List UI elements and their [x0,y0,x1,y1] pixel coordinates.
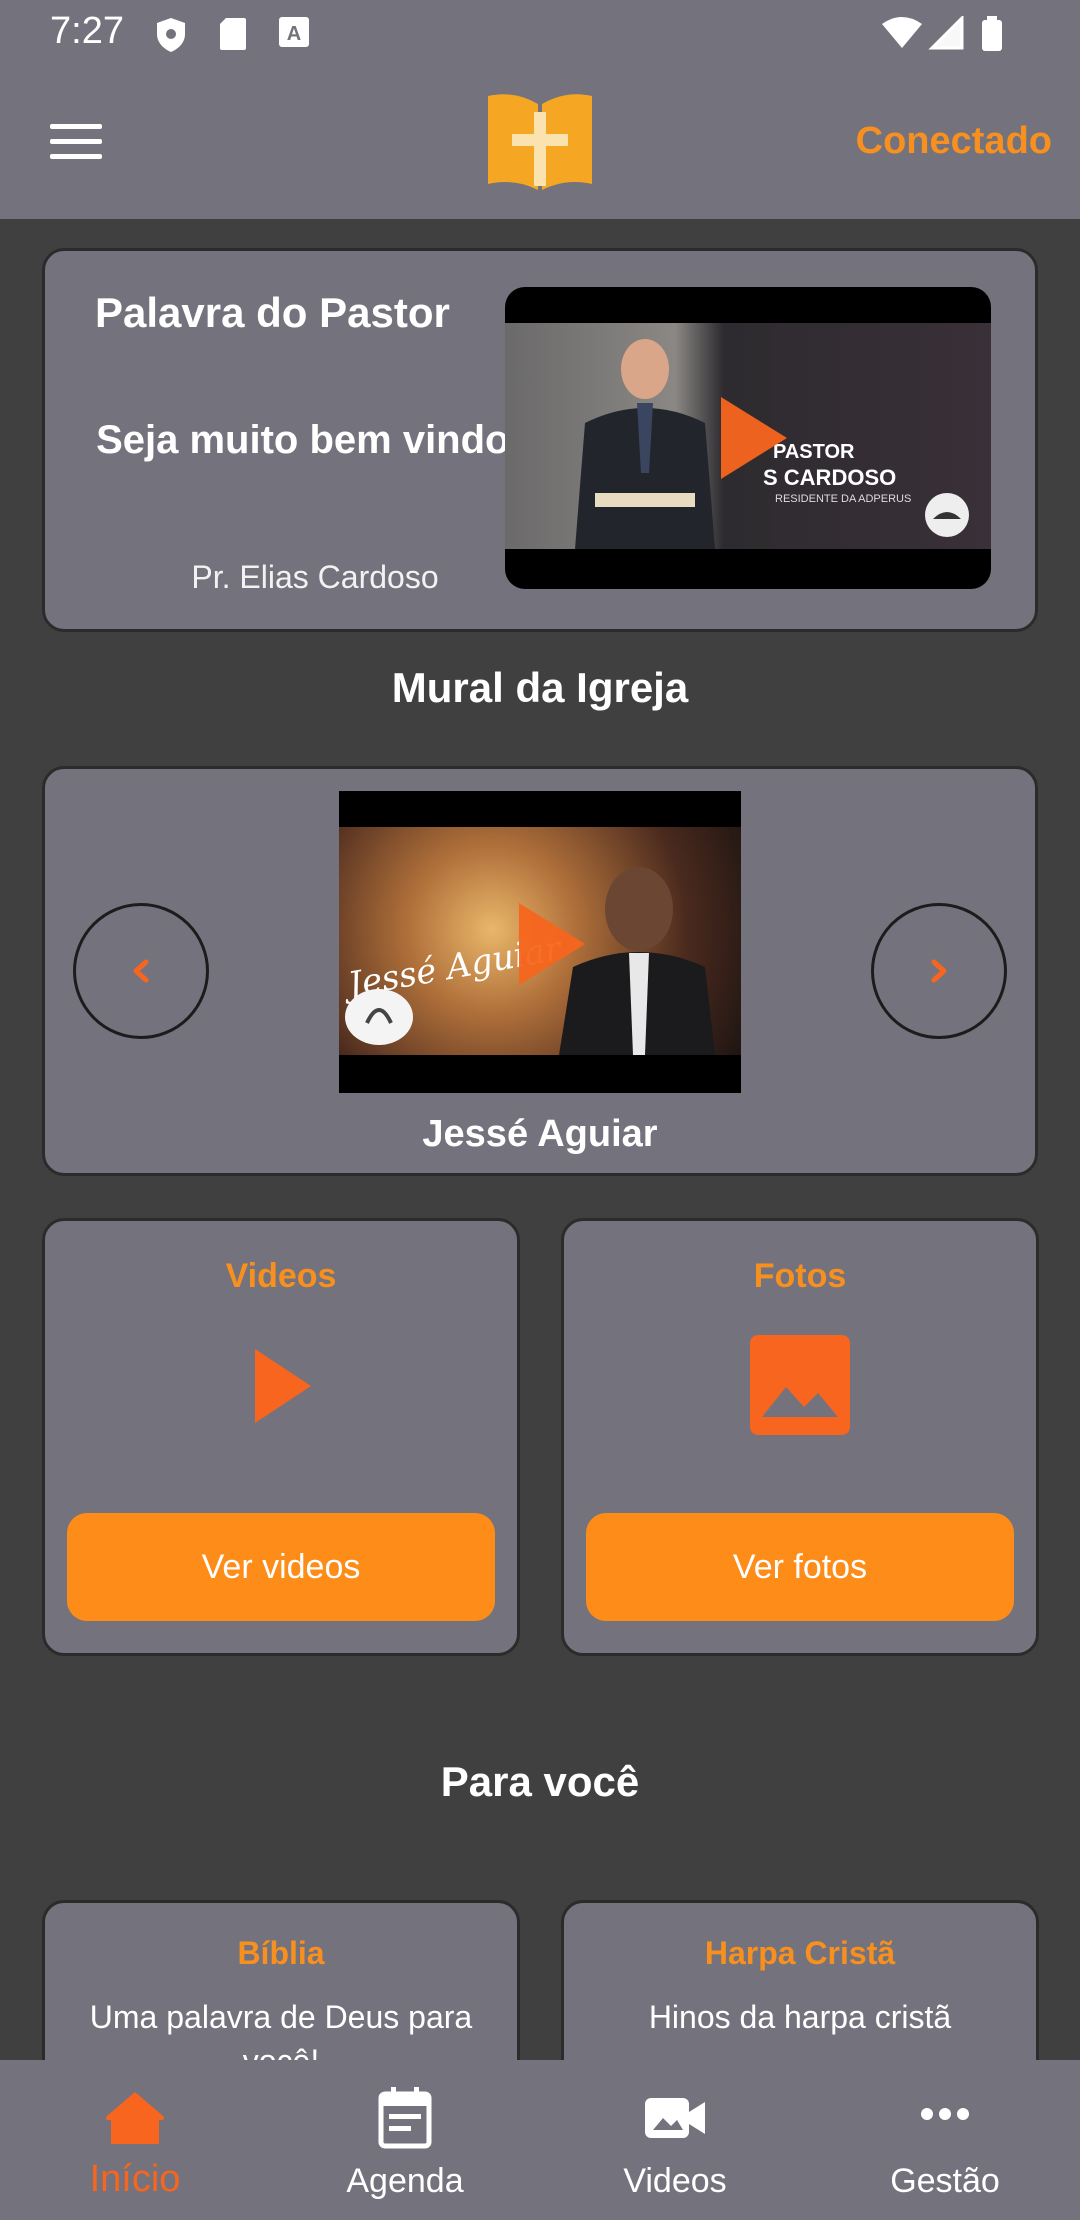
wifi-icon [882,17,922,48]
nav-item-videos[interactable]: Videos [540,2060,810,2220]
pastor-card: Palavra do Pastor Seja muito bem vindo !… [42,248,1038,632]
chevron-right-icon [931,959,947,983]
menu-button[interactable] [50,124,102,164]
mural-video-thumbnail[interactable]: Jessé Aguiar [339,791,741,1093]
status-time: 7:27 [50,10,124,52]
bible-card-title: Bíblia [237,1935,325,1971]
bible-logo-icon [488,94,592,190]
photos-card: Fotos Ver fotos [561,1218,1039,1656]
video-overlay-text: RESIDENTE DA ADPERUS [775,493,912,505]
play-icon[interactable] [513,899,589,989]
carousel-prev-button[interactable] [73,903,209,1039]
svg-text:A: A [287,23,301,45]
connection-status: Conectado [855,120,1052,162]
nav-item-label: Videos [623,2162,727,2200]
video-camera-icon [645,2098,705,2138]
bottom-navigation: Início Agenda Videos Gestão [0,2060,1080,2220]
chevron-left-icon [133,959,149,983]
church-logo-icon [925,493,969,537]
mural-carousel: Jessé Aguiar Jessé Aguiar [42,766,1038,1176]
shield-icon [157,18,185,52]
see-videos-button[interactable]: Ver videos [67,1513,495,1621]
pastor-card-title: Palavra do Pastor [95,289,450,336]
play-icon [255,1349,311,1423]
home-icon [106,2092,164,2144]
battery-icon [982,16,1002,51]
signal-icon [928,16,964,50]
nav-item-label: Agenda [346,2162,464,2200]
pastor-video-thumbnail[interactable]: PASTOR S CARDOSO RESIDENTE DA ADPERUS [505,287,991,589]
sd-card-icon [220,18,246,50]
menu-icon-line [50,124,102,129]
nav-item-gestao[interactable]: Gestão [810,2060,1080,2220]
menu-icon-line [50,154,102,159]
nav-item-agenda[interactable]: Agenda [270,2060,540,2220]
harpa-card-title: Harpa Cristã [704,1935,896,1971]
mural-caption: Jessé Aguiar [422,1113,658,1155]
carousel-next-button[interactable] [871,903,1007,1039]
welcome-message: Seja muito bem vindo ! [96,418,534,462]
photos-card-title: Fotos [753,1257,847,1295]
videos-card: Videos Ver videos [42,1218,520,1656]
status-bar: 7:27 A [0,0,1080,66]
mural-section-title: Mural da Igreja [391,664,689,711]
pastor-name: Pr. Elias Cardoso [191,559,439,595]
play-icon[interactable] [715,393,791,483]
menu-icon-line [50,139,102,144]
label-logo-icon [345,989,413,1045]
videos-card-title: Videos [225,1257,337,1295]
see-photos-button[interactable]: Ver fotos [586,1513,1014,1621]
image-icon [750,1335,850,1435]
nav-item-label: Gestão [890,2162,1000,2200]
harpa-card-description: Hinos da harpa cristã [648,1999,952,2035]
nav-item-inicio[interactable]: Início [0,2060,270,2220]
text-a-icon: A [279,17,309,47]
app-bar: Conectado [0,66,1080,219]
para-voce-section-title: Para você [440,1758,640,1805]
nav-item-label: Início [89,2158,181,2200]
more-horizontal-icon [921,2108,969,2120]
calendar-icon [378,2087,432,2149]
